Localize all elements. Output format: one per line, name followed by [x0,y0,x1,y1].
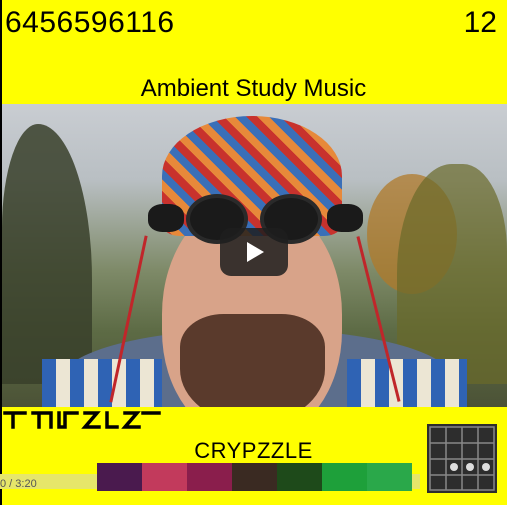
video-title: Ambient Study Music [140,75,367,102]
color-swatch[interactable] [97,463,142,491]
person-beard [180,314,325,407]
color-swatch[interactable] [367,463,412,491]
color-swatch-bar [97,463,412,491]
play-button[interactable] [220,228,288,276]
sweater-pattern [42,359,162,407]
color-swatch[interactable] [232,463,277,491]
time-display: 0 / 3:20 [0,478,37,490]
grid-puzzle-icon [427,424,497,493]
puzzle-count: 12 [463,6,497,39]
color-swatch[interactable] [322,463,367,491]
background-tree [2,124,92,384]
grid-puzzle-button[interactable] [427,424,497,493]
sweater-pattern [347,359,467,407]
color-swatch[interactable] [277,463,322,491]
app-frame: 6456596116 12 Ambient Study Music CRYPZZ… [0,0,507,505]
color-swatch[interactable] [187,463,232,491]
play-icon [247,242,264,262]
puzzle-code: 6456596116 [5,6,175,39]
cipher-glyphs-icon [3,410,163,430]
color-swatch[interactable] [142,463,187,491]
